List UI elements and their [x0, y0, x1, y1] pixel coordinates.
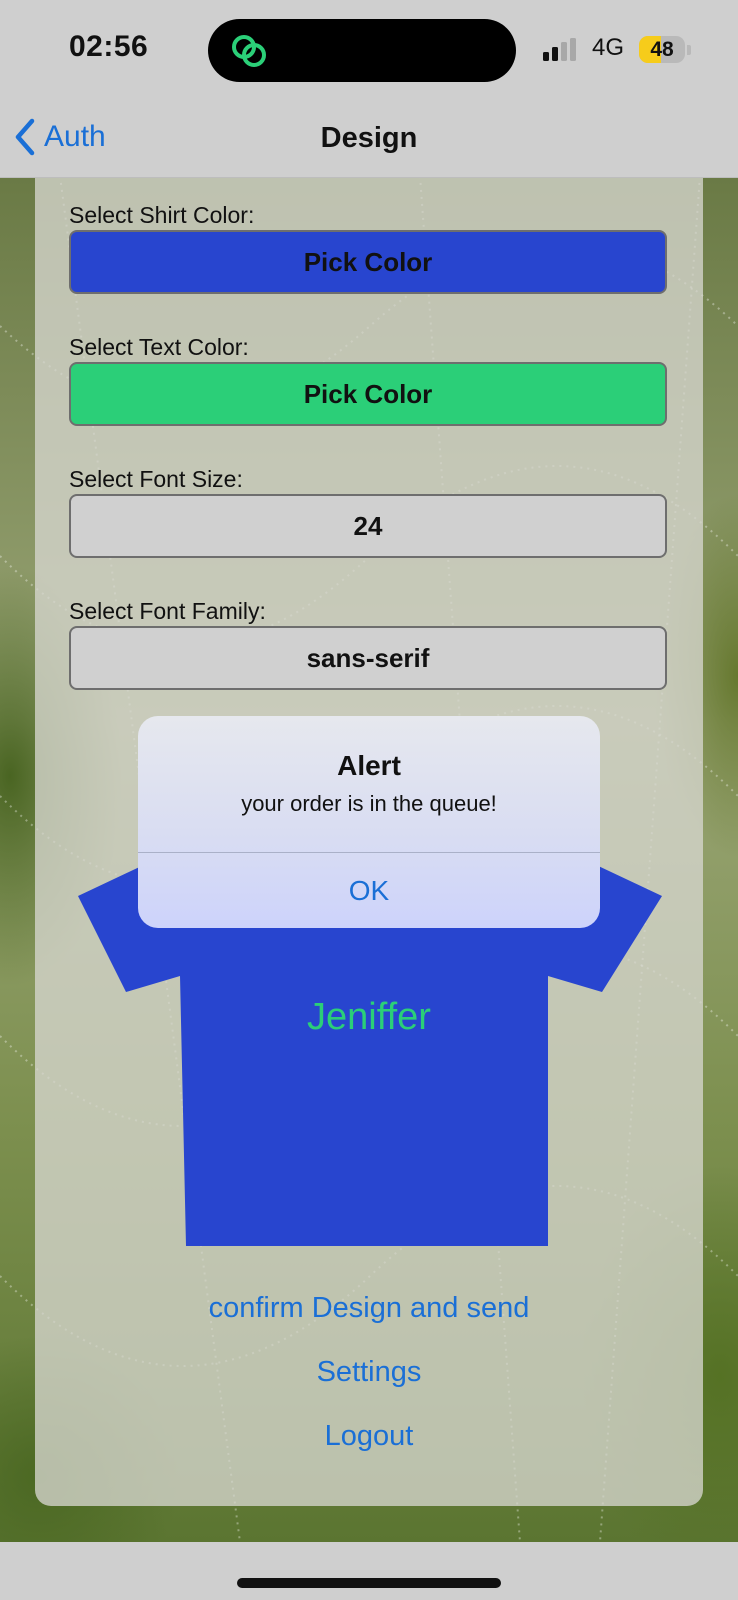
home-indicator-area: [0, 1542, 738, 1600]
page-title: Design: [320, 122, 418, 154]
battery-percent: 48: [650, 38, 674, 61]
font-size-picker[interactable]: 24: [69, 494, 667, 558]
dynamic-island: [208, 19, 516, 82]
tshirt-text: Jeniffer: [307, 996, 431, 1038]
navigation-bar: Auth Design: [0, 100, 738, 178]
alert-ok-button[interactable]: OK: [138, 853, 600, 928]
text-color-button[interactable]: Pick Color: [69, 362, 667, 426]
home-indicator[interactable]: [237, 1578, 501, 1588]
battery-icon: 48: [639, 36, 685, 63]
battery-cap: [687, 45, 691, 55]
shirt-color-button[interactable]: Pick Color: [69, 230, 667, 294]
shirt-color-label: Select Shirt Color:: [69, 202, 255, 228]
font-family-label: Select Font Family:: [69, 598, 266, 624]
alert-title: Alert: [337, 750, 401, 781]
font-family-picker[interactable]: sans-serif: [69, 626, 667, 690]
alert-dialog: Alert your order is in the queue! OK: [138, 716, 600, 928]
network-label: 4G: [592, 34, 625, 61]
alert-message: your order is in the queue!: [241, 791, 497, 816]
confirm-design-button[interactable]: confirm Design and send: [0, 1292, 738, 1325]
settings-button[interactable]: Settings: [0, 1356, 738, 1389]
link-rings-icon: [232, 35, 266, 67]
font-size-label: Select Font Size:: [69, 466, 243, 492]
status-bar: 02:56 4G 48: [0, 0, 738, 100]
logout-button[interactable]: Logout: [0, 1420, 738, 1453]
signal-icon: [543, 38, 576, 61]
text-color-label: Select Text Color:: [69, 334, 249, 360]
status-time: 02:56: [69, 30, 149, 63]
